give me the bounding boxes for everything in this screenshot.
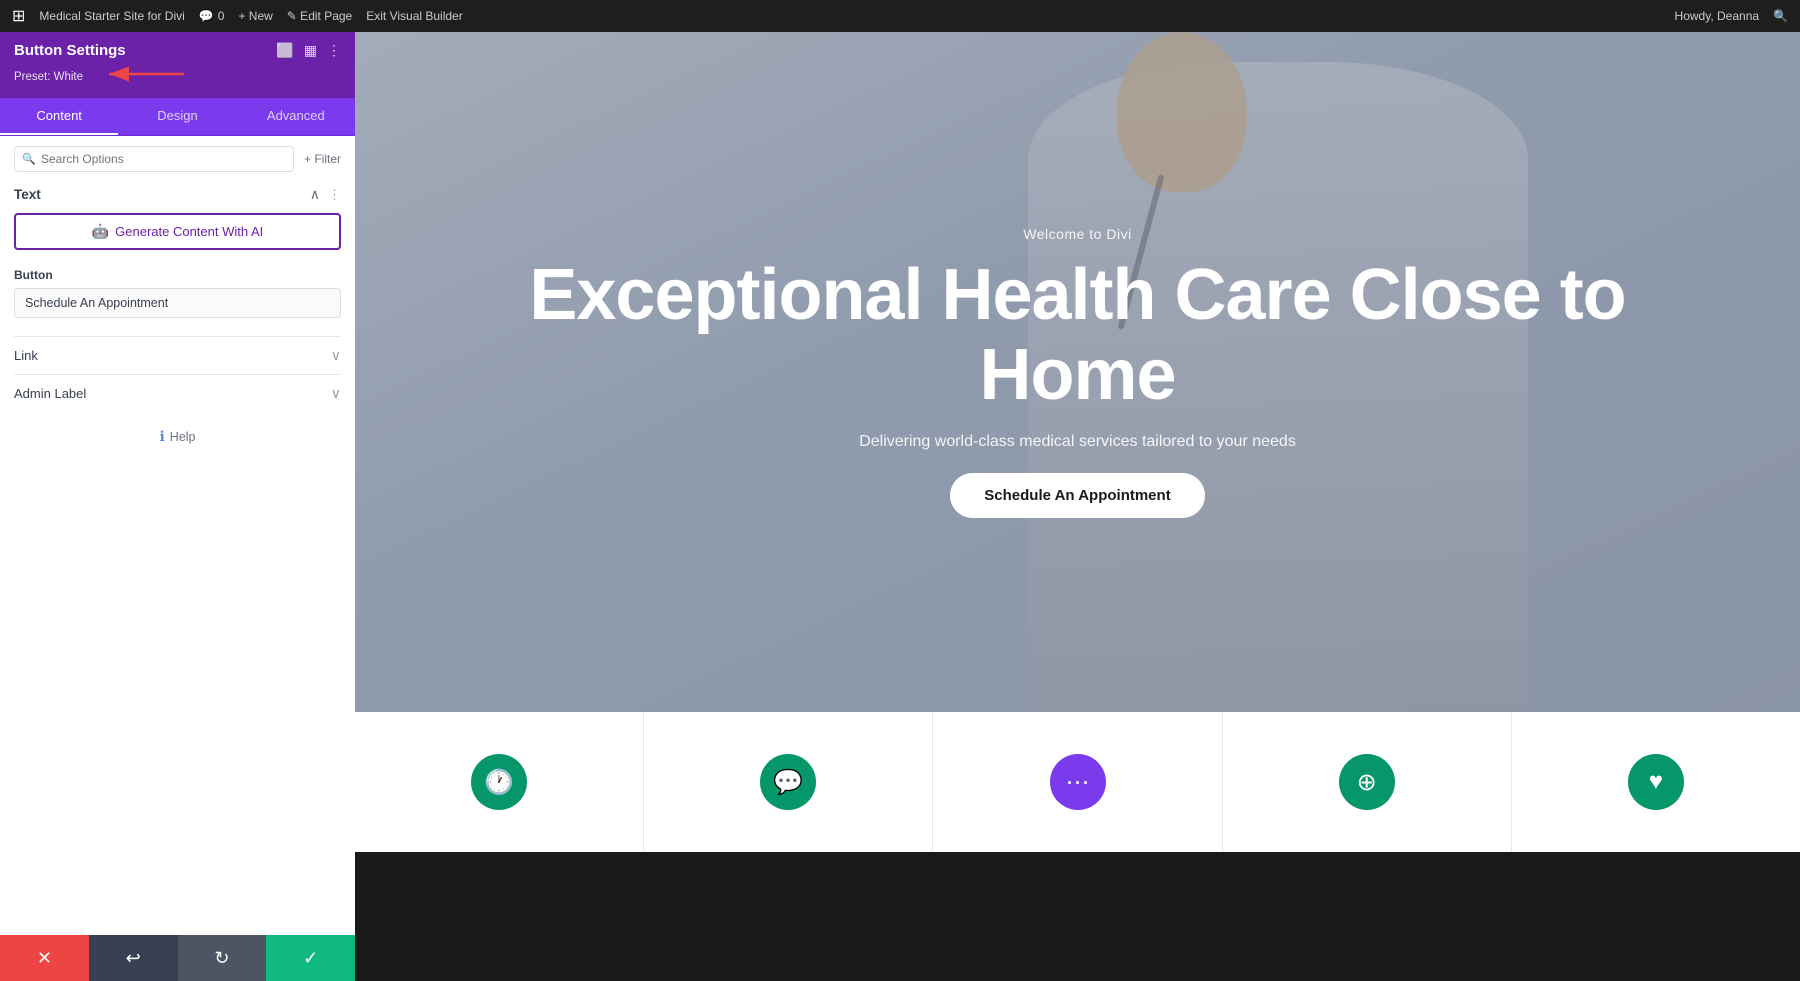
tab-content[interactable]: Content	[0, 98, 118, 135]
undo-button[interactable]: ↩	[89, 935, 178, 981]
site-name[interactable]: Medical Starter Site for Divi	[39, 9, 184, 23]
search-icon: 🔍	[22, 153, 36, 166]
text-more-icon[interactable]: ⋮	[328, 187, 341, 203]
panel-body: 🔍 + Filter Text ∧ ⋮ 🤖 Generate Content W…	[0, 136, 355, 935]
cards-section: 🕐 💬 ⋯ ⊕ ♥	[355, 712, 1800, 852]
help-button[interactable]: ℹ Help	[14, 428, 341, 445]
admin-label-text: Admin Label	[14, 386, 86, 401]
card-chat-icon: 💬	[760, 754, 816, 810]
preview-area: Welcome to Divi Exceptional Health Care …	[355, 32, 1800, 981]
new-menu[interactable]: + New	[238, 9, 272, 23]
card-heart-icon: ♥	[1628, 754, 1684, 810]
admin-label-section: Admin Label ∨	[14, 374, 341, 412]
panel-title: Button Settings	[14, 42, 126, 59]
hero-section: Welcome to Divi Exceptional Health Care …	[355, 32, 1800, 712]
card-item-4: ⊕	[1223, 712, 1512, 852]
link-section-header[interactable]: Link ∨	[14, 347, 341, 364]
search-input[interactable]	[14, 146, 294, 172]
panel-preview-icon[interactable]: ⬜	[276, 42, 293, 59]
cancel-button[interactable]: ✕	[0, 935, 89, 981]
settings-panel: Button Settings ⬜ ▦ ⋮ Preset: White	[0, 32, 355, 981]
wp-admin-bar: ⊞ Medical Starter Site for Divi 💬 0 + Ne…	[0, 0, 1800, 32]
save-button[interactable]: ✓	[266, 935, 355, 981]
redo-icon: ↻	[214, 948, 229, 969]
text-collapse-icon[interactable]: ∧	[310, 186, 320, 203]
ai-generate-label: Generate Content With AI	[115, 224, 263, 239]
panel-more-icon[interactable]: ⋮	[327, 42, 341, 59]
admin-search-icon[interactable]: 🔍	[1773, 9, 1788, 23]
button-text-input[interactable]	[14, 288, 341, 318]
tab-advanced[interactable]: Advanced	[237, 98, 355, 135]
card-item-5: ♥	[1512, 712, 1800, 852]
hero-content: Welcome to Divi Exceptional Health Care …	[355, 32, 1800, 712]
wp-logo-icon[interactable]: ⊞	[12, 6, 25, 26]
card-item-3: ⋯	[933, 712, 1222, 852]
preset-label[interactable]: Preset: White	[14, 71, 83, 83]
card-plus-icon: ⊕	[1339, 754, 1395, 810]
exit-builder-btn[interactable]: Exit Visual Builder	[366, 9, 463, 23]
edit-page-btn[interactable]: ✎ Edit Page	[287, 9, 352, 23]
panel-layout-icon[interactable]: ▦	[304, 42, 317, 59]
redo-button[interactable]: ↻	[178, 935, 267, 981]
text-section-header: Text ∧ ⋮	[14, 186, 341, 203]
card-item-1: 🕐	[355, 712, 644, 852]
user-greeting: Howdy, Deanna	[1675, 9, 1760, 23]
panel-header: Button Settings ⬜ ▦ ⋮ Preset: White	[0, 32, 355, 98]
bottom-toolbar: ✕ ↩ ↻ ✓	[0, 935, 355, 981]
comment-count[interactable]: 💬 0	[199, 9, 225, 23]
red-arrow-annotation	[99, 63, 189, 85]
filter-button[interactable]: + Filter	[304, 152, 341, 166]
hero-cta-button[interactable]: Schedule An Appointment	[950, 473, 1204, 518]
help-circle-icon: ℹ	[159, 428, 164, 445]
admin-label-header[interactable]: Admin Label ∨	[14, 385, 341, 402]
panel-tabs: Content Design Advanced	[0, 98, 355, 136]
link-section: Link ∨	[14, 336, 341, 374]
save-icon: ✓	[303, 948, 318, 969]
hero-welcome-text: Welcome to Divi	[1023, 226, 1131, 242]
hero-subtitle: Delivering world-class medical services …	[859, 433, 1296, 451]
tab-design[interactable]: Design	[118, 98, 236, 135]
ai-icon: 🤖	[92, 223, 109, 240]
link-chevron-icon: ∨	[331, 347, 341, 364]
text-section-label: Text	[14, 187, 41, 202]
ai-generate-button[interactable]: 🤖 Generate Content With AI	[14, 213, 341, 250]
card-item-2: 💬	[644, 712, 933, 852]
card-dots-icon: ⋯	[1050, 754, 1106, 810]
admin-chevron-icon: ∨	[331, 385, 341, 402]
undo-icon: ↩	[126, 948, 141, 969]
link-section-label: Link	[14, 348, 38, 363]
cancel-icon: ✕	[37, 948, 52, 969]
hero-title: Exceptional Health Care Close to Home	[435, 256, 1720, 414]
comment-icon: 💬	[199, 9, 214, 23]
button-section-label: Button	[14, 268, 341, 282]
card-clock-icon: 🕐	[471, 754, 527, 810]
help-label: Help	[170, 430, 196, 444]
search-bar: 🔍 + Filter	[14, 146, 341, 172]
